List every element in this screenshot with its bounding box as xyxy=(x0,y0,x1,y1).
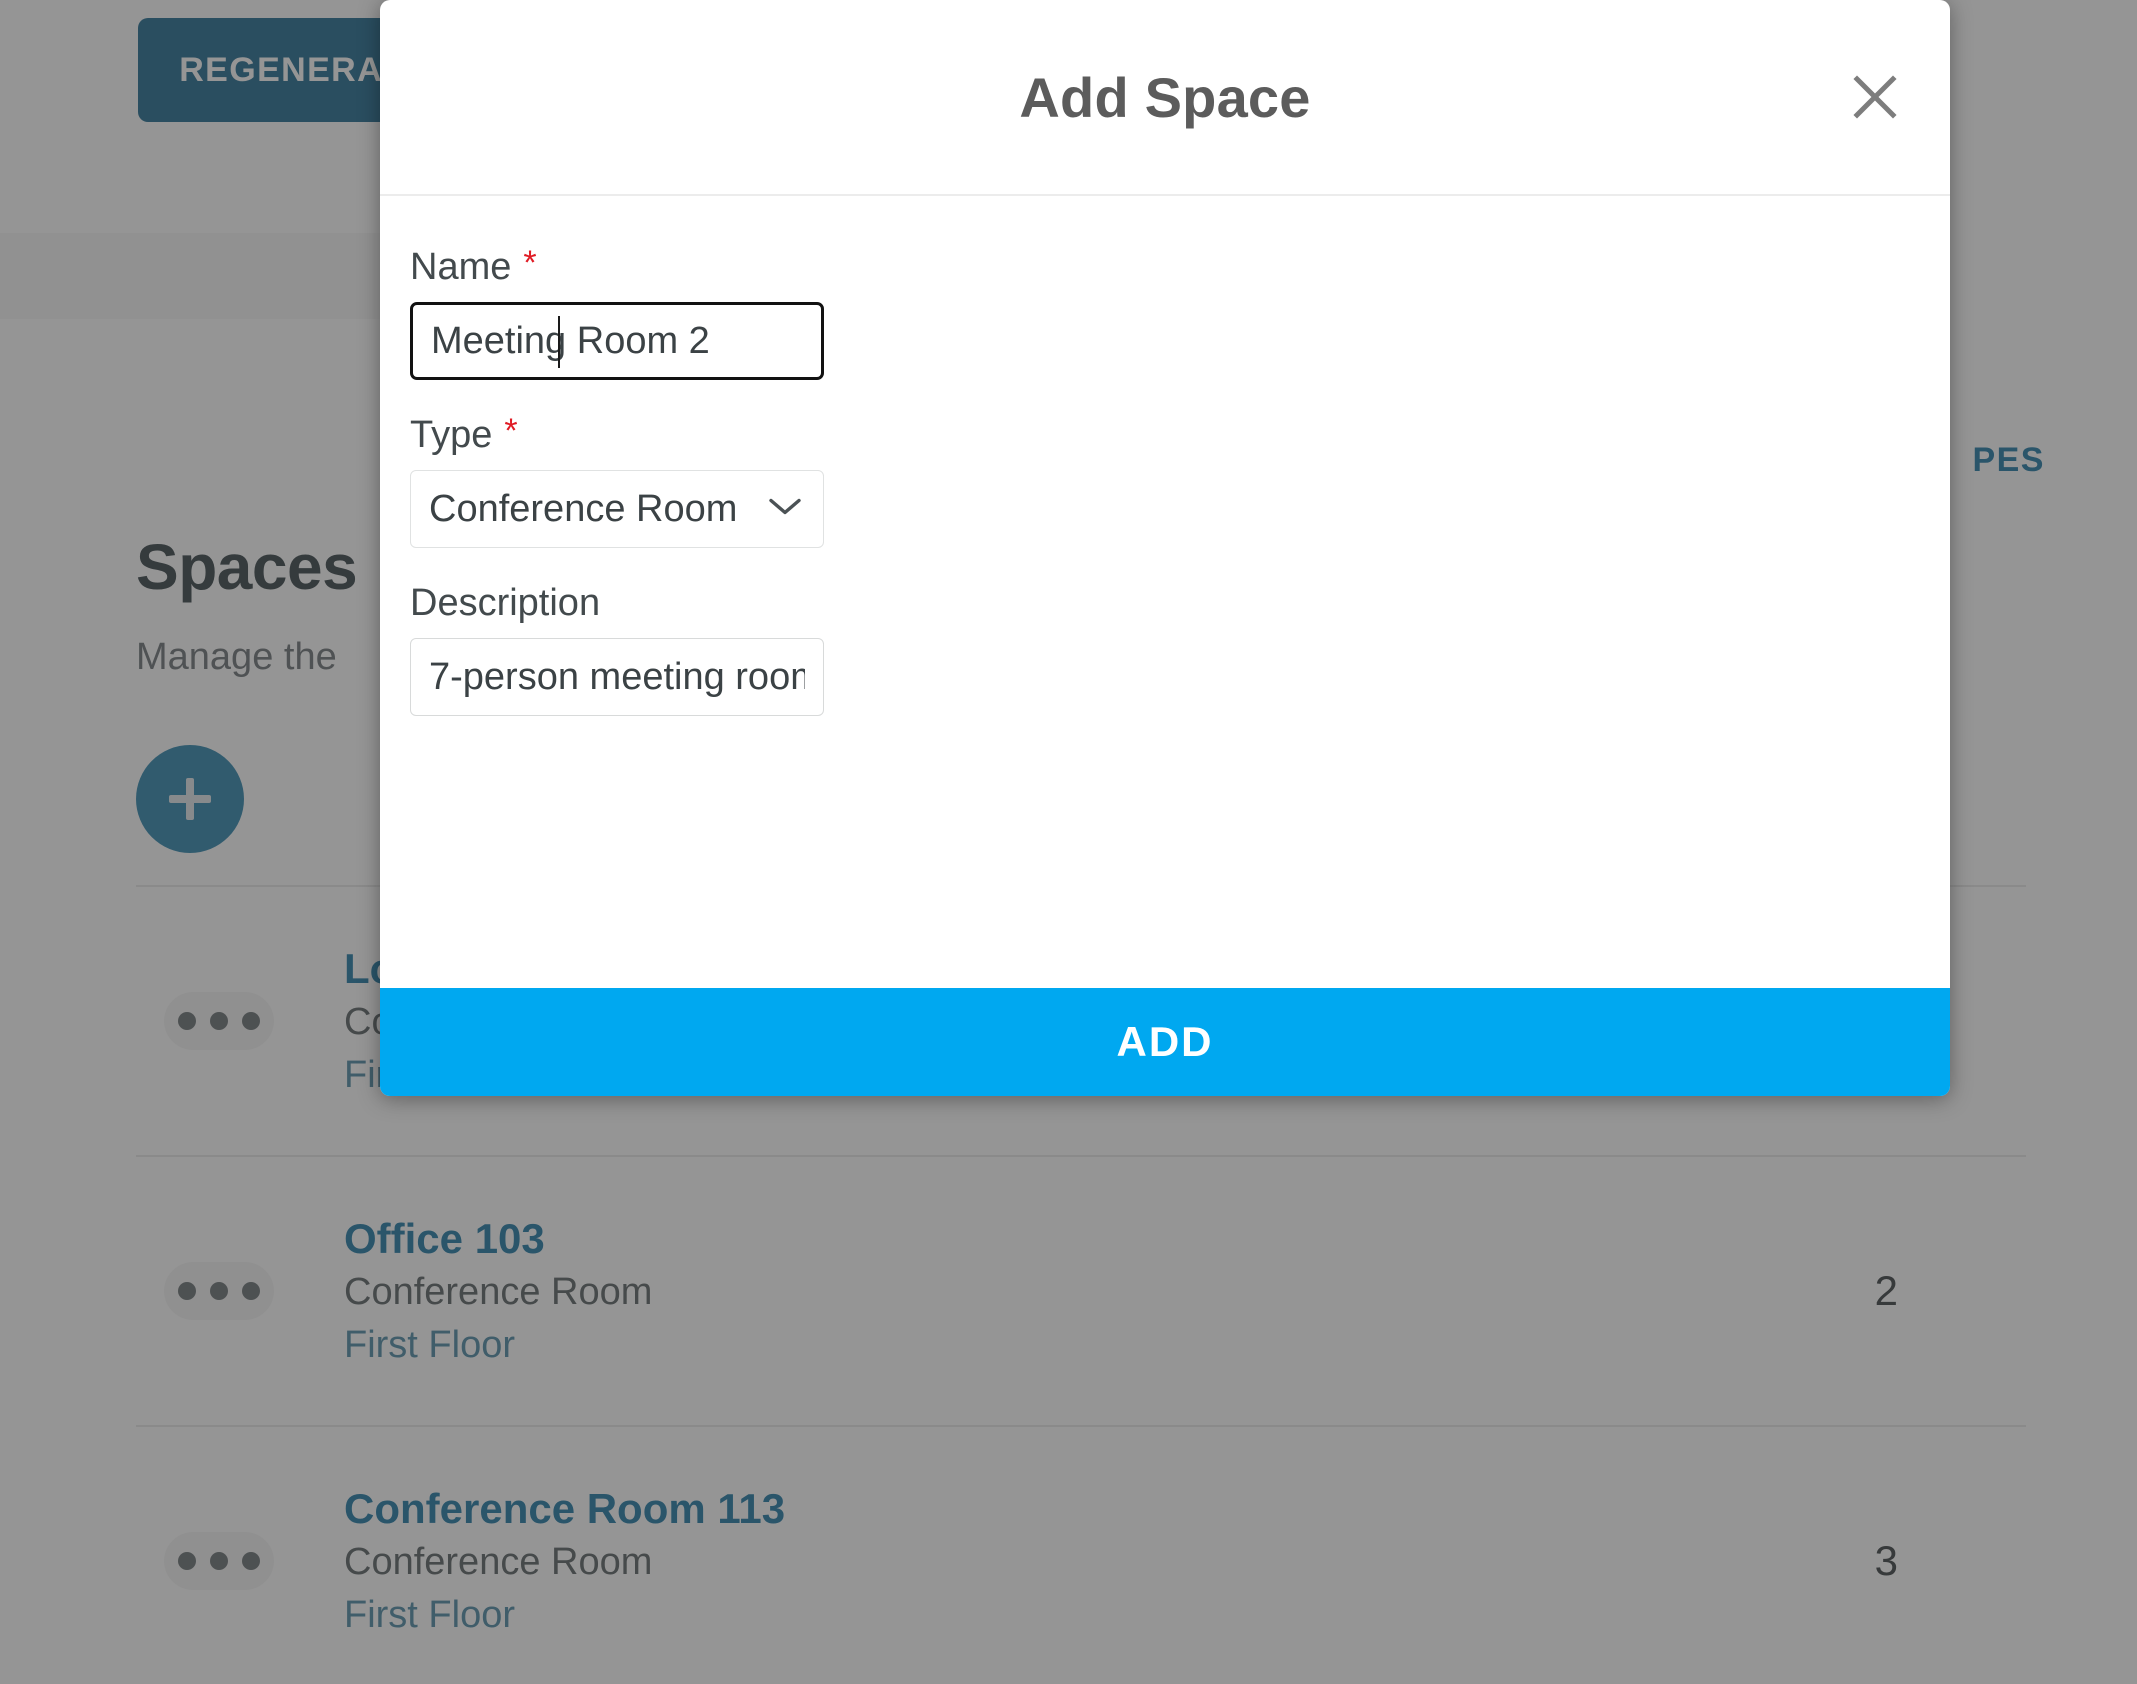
type-select-wrap[interactable]: Conference Room xyxy=(410,470,824,548)
page-root: REGENERATE PES Spaces Manage the Lo Co F… xyxy=(0,0,2137,1684)
field-description-label-text: Description xyxy=(410,582,601,624)
name-input[interactable] xyxy=(410,302,824,380)
required-marker: * xyxy=(504,412,518,450)
required-marker: * xyxy=(523,244,537,282)
dialog-body: Name * Type * Conference Room xyxy=(380,196,1950,988)
add-button[interactable]: ADD xyxy=(380,988,1950,1096)
field-type-label: Type * xyxy=(410,412,1950,456)
dialog-footer: ADD xyxy=(380,988,1950,1096)
name-input-wrap xyxy=(410,302,824,380)
dialog-title: Add Space xyxy=(1019,65,1311,129)
field-description-label: Description xyxy=(410,584,1950,622)
field-type-label-text: Type xyxy=(410,414,493,456)
description-input[interactable] xyxy=(410,638,824,716)
field-description: Description xyxy=(410,584,1950,716)
field-name-label-text: Name xyxy=(410,246,512,288)
field-name-label: Name * xyxy=(410,244,1950,288)
add-space-dialog: Add Space Name * Meeting Room 2 Type * C… xyxy=(380,0,1950,1096)
dialog-header: Add Space xyxy=(380,0,1950,196)
close-icon[interactable] xyxy=(1838,60,1912,134)
text-caret xyxy=(558,316,560,368)
field-type: Type * Conference Room xyxy=(410,412,1950,548)
type-select[interactable]: Conference Room xyxy=(410,470,824,548)
field-name: Name * xyxy=(410,244,1950,380)
